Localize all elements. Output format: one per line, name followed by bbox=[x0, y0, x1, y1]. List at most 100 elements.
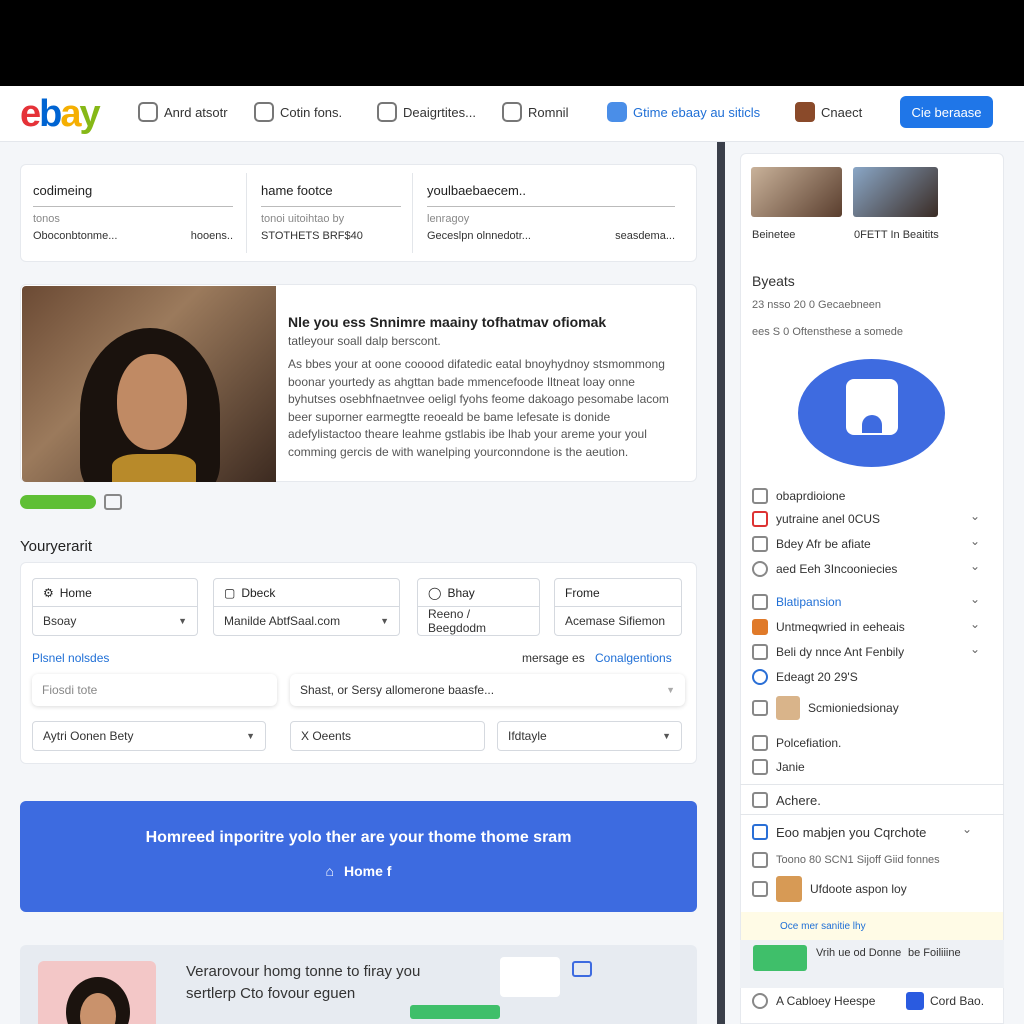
sidebar-row[interactable]: A Cabloey Heespe bbox=[752, 993, 875, 1009]
promo-photo bbox=[38, 961, 156, 1024]
app-badge-icon[interactable] bbox=[753, 945, 807, 971]
chevron-down-icon[interactable]: ⌄ bbox=[970, 592, 980, 606]
sidebar-row[interactable]: Janie bbox=[752, 759, 805, 775]
chevron-down-icon[interactable]: ⌄ bbox=[970, 642, 980, 656]
sidebar-row-label: Bdey Afr be afiate bbox=[776, 537, 871, 551]
section-title: Youryerarit bbox=[20, 538, 92, 555]
style-select[interactable]: Ifdtayle ▼ bbox=[497, 721, 682, 751]
sidebar-row[interactable]: aed Eeh 3Incooniecies bbox=[752, 561, 897, 577]
sidebar-row[interactable]: Ufdoote aspon loy bbox=[752, 876, 907, 902]
users-icon bbox=[138, 102, 158, 122]
sidebar-divider bbox=[740, 814, 1004, 815]
summary-column[interactable]: hame footce tonoi uitoihtao by STOTHETS … bbox=[249, 165, 413, 261]
nav-item-users[interactable]: Anrd atsotr bbox=[138, 101, 228, 123]
sidebar-row[interactable]: Edeagt 20 29'S bbox=[752, 669, 858, 685]
chevron-down-icon[interactable]: ⌄ bbox=[970, 559, 980, 573]
design-icon bbox=[377, 102, 397, 122]
nav-item-design[interactable]: Deaigrtites... bbox=[377, 101, 476, 123]
sidebar-row[interactable]: Achere. bbox=[752, 792, 821, 808]
summary-subtitle: lenragoy bbox=[427, 213, 470, 225]
sidebar-meta: ees S 0 Oftensthese a somede bbox=[752, 326, 904, 338]
nav-item-calendar[interactable]: Gtime ebaay au siticls bbox=[607, 101, 760, 123]
sidebar-row-label: Blatipansion bbox=[776, 595, 842, 609]
from-field[interactable]: Frome Acemase Sifiemon bbox=[554, 578, 682, 636]
sidebar-row-label: Scmioniedsionay bbox=[808, 701, 899, 715]
home-icon: ⌂ bbox=[325, 863, 334, 879]
panel-divider[interactable] bbox=[717, 142, 725, 1024]
nav-item-label: Deaigrtites... bbox=[403, 104, 476, 120]
sidebar-row[interactable]: Bdey Afr be afiate bbox=[752, 536, 871, 552]
sidebar-thumbnail[interactable] bbox=[853, 167, 938, 217]
notice-text[interactable]: Oce mer sanitie lhy bbox=[780, 921, 866, 932]
chevron-down-icon[interactable]: ⌄ bbox=[962, 822, 972, 836]
alert-icon bbox=[752, 511, 768, 527]
profile-subtitle: tatleyour soall dalp berscont. bbox=[288, 334, 441, 348]
sidebar-row-label: obaprdioione bbox=[776, 489, 846, 503]
summary-column[interactable]: youlbaebaecem.. lenragoy Geceslpn olnned… bbox=[415, 165, 687, 261]
events-field[interactable]: X Oeents bbox=[290, 721, 485, 751]
chevron-down-icon[interactable]: ⌄ bbox=[970, 617, 980, 631]
sidebar-row-label: Janie bbox=[776, 760, 805, 774]
sidebar-thumbnail[interactable] bbox=[751, 167, 842, 217]
field-value: Manilde AbtfSaal.com bbox=[224, 614, 341, 628]
checkbox-icon bbox=[752, 881, 768, 897]
thumbnail-icon bbox=[776, 696, 800, 720]
header-cta-button[interactable]: Cie beraase bbox=[900, 96, 993, 128]
logo-letter-a: a bbox=[60, 93, 81, 135]
logo-letter-b: b bbox=[39, 93, 62, 135]
chevron-down-icon[interactable]: ⌄ bbox=[970, 509, 980, 523]
caret-down-icon: ▼ bbox=[662, 731, 671, 741]
search-input[interactable]: Shast, or Sersy allomerone baasfe... ▼ bbox=[290, 674, 685, 706]
lock-badge-icon[interactable] bbox=[798, 359, 945, 467]
sidebar-divider bbox=[740, 784, 1004, 785]
settings-icon bbox=[752, 993, 768, 1009]
banner-button-label: Home f bbox=[344, 863, 392, 879]
sidebar-row[interactable]: obaprdioione bbox=[752, 488, 845, 504]
sidebar-row[interactable]: Untmeqwried in eeheais bbox=[752, 619, 905, 635]
tag-icon: ◯ bbox=[428, 585, 442, 600]
sidebar-row[interactable]: Beli dy nnce Ant Fenbily bbox=[752, 644, 904, 660]
footer-text: be Foiliiine bbox=[908, 947, 961, 959]
sidebar-row[interactable]: Toono 80 SCN1 Sijoff Giid fonnes bbox=[752, 852, 940, 868]
sidebar-row[interactable]: Scmioniedsionay bbox=[752, 696, 899, 720]
promo-banner[interactable]: Homreed inporitre yolo ther are your tho… bbox=[20, 801, 697, 912]
home-select[interactable]: ⚙ Home Bsoay ▼ bbox=[32, 578, 198, 636]
nav-item-message[interactable]: Romnil bbox=[502, 101, 568, 123]
nav-item-label: Gtime ebaay au siticls bbox=[633, 104, 761, 120]
summary-value-right: hooens.. bbox=[190, 230, 233, 242]
image-icon[interactable] bbox=[104, 494, 122, 510]
sidebar-row[interactable]: yutraine anel 0CUS bbox=[752, 511, 880, 527]
filter-input[interactable]: Fiosdi tote bbox=[32, 674, 277, 706]
banner-button[interactable]: ⌂ Home f bbox=[20, 863, 697, 879]
chart-icon bbox=[410, 1005, 500, 1019]
configurations-link[interactable]: Conalgentions bbox=[595, 651, 672, 665]
summary-subtitle: tonos bbox=[33, 213, 60, 225]
sidebar-row[interactable]: Polcefiation. bbox=[752, 735, 841, 751]
expand-section[interactable]: Eoo mabjen you Cqrchote bbox=[752, 824, 926, 840]
bay-field[interactable]: ◯ Bhay Reeno / Beegdodm bbox=[417, 578, 540, 636]
deck-select[interactable]: ▢ Dbeck Manilde AbtfSaal.com ▼ bbox=[213, 578, 400, 636]
nav-item-transfer[interactable]: Cotin fons. bbox=[254, 101, 342, 123]
info-icon[interactable] bbox=[906, 992, 924, 1010]
message-label: mersage es bbox=[522, 651, 585, 665]
owner-select[interactable]: Aytri Oonen Bety ▼ bbox=[32, 721, 266, 751]
select-value: Ifdtayle bbox=[508, 729, 547, 743]
message-icon bbox=[502, 102, 522, 122]
card-icon bbox=[752, 792, 768, 808]
caret-down-icon: ▼ bbox=[246, 731, 255, 741]
nav-item-label: Cnaect bbox=[821, 104, 863, 120]
thumbnail-caption: Beinetee bbox=[752, 229, 796, 241]
chevron-down-icon[interactable]: ⌄ bbox=[970, 534, 980, 548]
panel-nodes-link[interactable]: Plsnel nolsdes bbox=[32, 651, 109, 665]
nav-item-profile[interactable]: Cnaect bbox=[795, 101, 862, 123]
sidebar-row[interactable]: Blatipansion bbox=[752, 594, 841, 610]
thumbnail-icon bbox=[776, 876, 802, 902]
nav-item-label: Anrd atsotr bbox=[164, 104, 228, 120]
ebay-logo[interactable]: ebay bbox=[20, 93, 101, 135]
profile-title: Nle you ess Snnimre maainy tofhatmav ofi… bbox=[288, 314, 607, 330]
filter-placeholder: Fiosdi tote bbox=[42, 683, 98, 697]
sidebar-row-label: yutraine anel 0CUS bbox=[776, 512, 881, 526]
summary-title: youlbaebaecem.. bbox=[427, 183, 675, 207]
sidebar-row-label: Ufdoote aspon loy bbox=[810, 882, 907, 896]
summary-column[interactable]: codimeing tonos Oboconbtonme... hooens.. bbox=[21, 165, 245, 261]
